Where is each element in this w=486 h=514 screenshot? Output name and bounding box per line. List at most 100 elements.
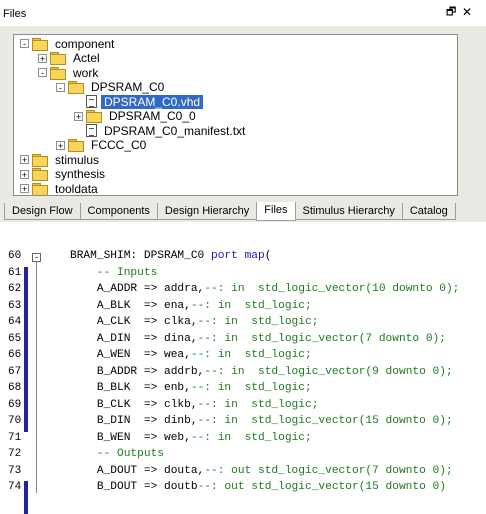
tree-item[interactable]: + synthesis: [20, 167, 108, 182]
code-line: 72 -- Outputs: [0, 448, 486, 464]
code-token: B_ADDR => addrb,: [70, 365, 205, 378]
code-line: 65 A_DIN => dina,--: in std_logic_vector…: [0, 333, 486, 349]
code-token: B_BLK => enb,: [70, 382, 191, 394]
code-comment: --: in std_logic_vector(7 downto 0);: [197, 332, 446, 345]
tab-files[interactable]: Files: [256, 202, 296, 221]
code-editor[interactable]: - 60 BRAM_SHIM: DPSRAM_C0 port map(61 -- …: [0, 244, 486, 514]
line-number: 70: [8, 415, 22, 427]
tree-item-label: tooldata: [55, 181, 98, 196]
tree-item[interactable]: - DPSRAM_C0: [56, 80, 167, 95]
file-tree[interactable]: - component + Actel - work - DPSRAM_C0 DPSRAM_C0…: [13, 34, 458, 196]
tab-components[interactable]: Components: [79, 203, 158, 220]
tree-item[interactable]: DPSRAM_C0.vhd: [74, 94, 204, 109]
file-icon: [86, 124, 97, 137]
tree-item[interactable]: + DPSRAM_C0_0: [74, 109, 199, 124]
code-token: A_WEN => wea,: [70, 349, 191, 361]
tab-design-hierarchy[interactable]: Design Hierarchy: [156, 203, 258, 220]
code-line: 71 B_WEN => web,--: in std_logic;: [0, 432, 486, 448]
tree-item[interactable]: + stimulus: [20, 152, 102, 167]
code-token: B_WEN => web,: [70, 431, 191, 444]
code-line: 73 A_DOUT => douta,--: out std_logic_vec…: [0, 465, 486, 481]
folder-icon: [86, 110, 102, 123]
file-icon: [86, 95, 97, 108]
code-token: (: [264, 250, 272, 262]
expand-icon[interactable]: +: [20, 169, 29, 179]
code-text: -- Outputs: [70, 448, 164, 460]
tree-item-label: DPSRAM_C0: [91, 80, 165, 94]
tree-item[interactable]: + Actel: [38, 51, 103, 66]
code-comment: --: in std_logic;: [197, 316, 319, 328]
tree-item[interactable]: + tooldata: [20, 181, 101, 196]
line-number: 60: [8, 250, 22, 262]
tree-item[interactable]: - work: [38, 65, 101, 80]
tab-design-flow[interactable]: Design Flow: [4, 203, 81, 220]
code-token: A_DOUT => douta,: [70, 464, 205, 477]
collapse-icon[interactable]: -: [56, 82, 65, 92]
code-text: A_CLK => clka,--: in std_logic;: [70, 316, 319, 328]
code-text: B_WEN => web,--: in std_logic;: [70, 432, 312, 444]
code-text: A_WEN => wea,--: in std_logic;: [70, 349, 312, 361]
code-comment: --: in std_logic;: [190, 431, 312, 444]
files-panel-header: Files 🗗 ✕: [0, 0, 486, 26]
expand-icon[interactable]: +: [20, 155, 29, 165]
code-line: 62 A_ADDR => addra,--: in std_logic_vect…: [0, 283, 486, 299]
line-number: 74: [8, 481, 22, 493]
code-line: 60 BRAM_SHIM: DPSRAM_C0 port map(: [0, 250, 486, 266]
code-comment: --: out std_logic_vector(15 downto 0): [197, 481, 446, 493]
line-number: 62: [8, 283, 22, 295]
folder-icon: [50, 66, 66, 80]
code-text: A_DOUT => douta,--: out std_logic_vector…: [70, 465, 453, 477]
change-bar: [24, 481, 28, 514]
expand-icon[interactable]: +: [38, 53, 47, 63]
tree-item-label: work: [73, 65, 99, 80]
line-number: 61: [8, 266, 22, 279]
tree-item-label: synthesis: [55, 167, 106, 181]
line-number: 69: [8, 398, 22, 411]
tree-item[interactable]: + FCCC_C0: [56, 138, 149, 153]
code-token: A_ADDR => addra,: [70, 283, 205, 295]
code-text: B_DOUT => doutb--: out std_logic_vector(…: [70, 481, 446, 493]
code-line: 67 B_ADDR => addrb,--: in std_logic_vect…: [0, 366, 486, 382]
code-line: 68 B_BLK => enb,--: in std_logic;: [0, 382, 486, 398]
line-number: 66: [8, 349, 22, 361]
collapse-icon[interactable]: -: [20, 39, 29, 49]
tree-item[interactable]: DPSRAM_C0_manifest.txt: [74, 123, 248, 138]
code-text: B_DIN => dinb,--: in std_logic_vector(15…: [70, 415, 453, 427]
line-number: 65: [8, 332, 22, 345]
tree-item-label: DPSRAM_C0_manifest.txt: [104, 123, 246, 138]
folder-icon: [32, 168, 48, 181]
code-token: B_DOUT => doutb: [70, 481, 198, 493]
tree-item[interactable]: - component: [20, 36, 117, 51]
tab-catalog[interactable]: Catalog: [401, 203, 456, 220]
code-text: BRAM_SHIM: DPSRAM_C0 port map(: [70, 250, 271, 262]
folder-icon: [32, 153, 48, 167]
code-text: B_BLK => enb,--: in std_logic;: [70, 382, 312, 394]
code-comment: --: out std_logic_vector(7 downto 0);: [204, 464, 453, 477]
code-comment: --: in std_logic;: [197, 398, 319, 411]
expand-icon[interactable]: +: [20, 184, 29, 194]
folder-icon: [50, 52, 66, 65]
change-bar: [24, 266, 28, 432]
expand-icon[interactable]: +: [56, 140, 65, 150]
folder-icon: [32, 37, 48, 51]
expand-icon[interactable]: +: [74, 111, 83, 121]
collapse-icon[interactable]: -: [38, 68, 47, 78]
line-number: 73: [8, 464, 22, 477]
code-token: A_DIN => dina,: [70, 332, 198, 345]
panel-tabs: Design Flow Components Design Hierarchy Fil…: [4, 202, 456, 221]
code-comment: --: in std_logic;: [190, 299, 312, 312]
code-line: 74 B_DOUT => doutb--: out std_logic_vect…: [0, 481, 486, 497]
code-line: 66 A_WEN => wea,--: in std_logic;: [0, 349, 486, 365]
code-token: A_CLK => clka,: [70, 316, 198, 328]
code-token: B_CLK => clkb,: [70, 398, 198, 411]
close-icon[interactable]: ✕: [462, 6, 472, 18]
code-line: 63 A_BLK => ena,--: in std_logic;: [0, 300, 486, 316]
code-line: 61 -- Inputs: [0, 267, 486, 283]
code-text: -- Inputs: [70, 267, 157, 279]
code-keyword: port map: [211, 250, 265, 262]
code-token: A_BLK => ena,: [70, 299, 191, 312]
restore-icon[interactable]: 🗗: [446, 6, 456, 18]
tab-stimulus-hierarchy[interactable]: Stimulus Hierarchy: [294, 203, 403, 220]
